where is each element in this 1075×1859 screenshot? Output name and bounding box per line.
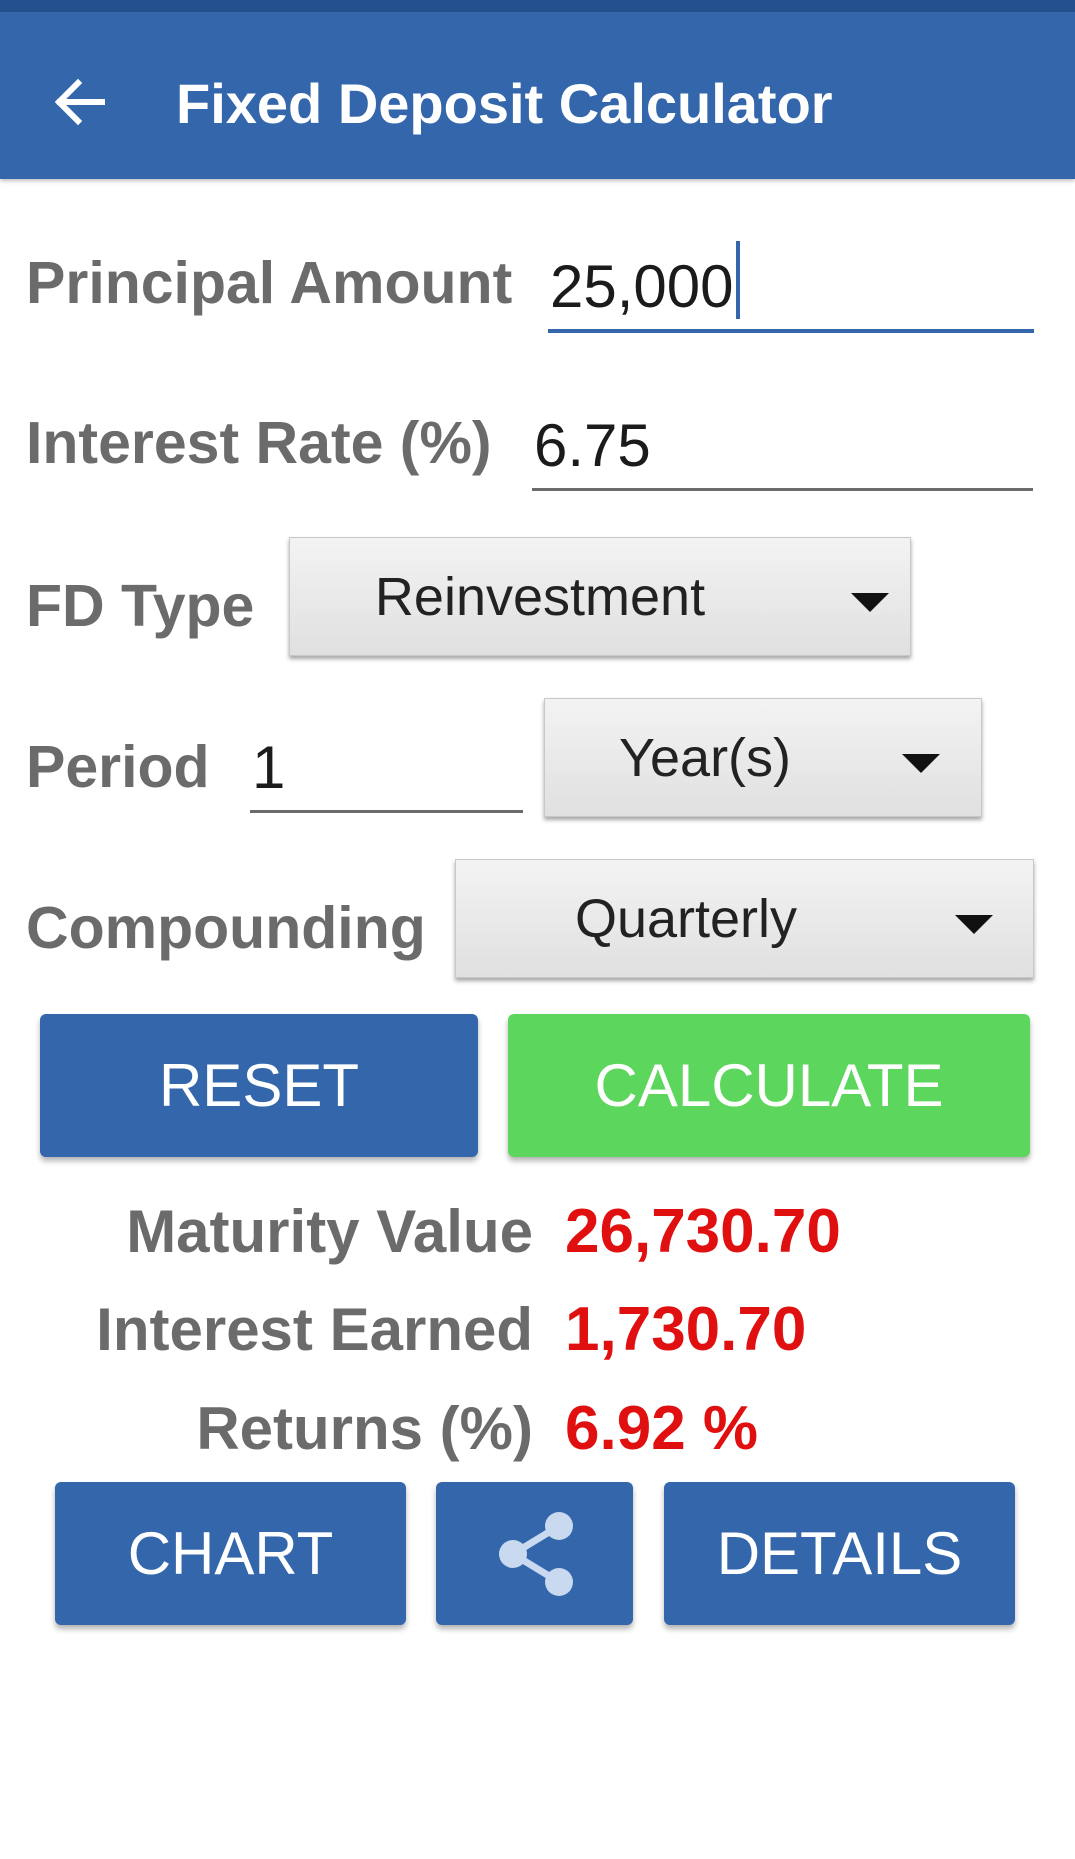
interest-rate-input[interactable]: 6.75: [532, 411, 1033, 491]
app-bar: Fixed Deposit Calculator: [0, 12, 1075, 179]
period-input[interactable]: 1: [250, 733, 523, 813]
interest-rate-label: Interest Rate (%): [26, 410, 492, 476]
period-unit-selected: Year(s): [618, 727, 792, 788]
share-icon: [498, 1511, 573, 1596]
period-label: Period: [26, 734, 210, 800]
fd-type-selected: Reinvestment: [374, 566, 706, 627]
chart-button[interactable]: CHART: [55, 1482, 406, 1625]
share-button[interactable]: [436, 1482, 633, 1625]
maturity-value-label: Maturity Value: [126, 1198, 533, 1265]
compounding-label: Compounding: [26, 895, 426, 961]
interest-earned-label: Interest Earned: [96, 1296, 533, 1363]
dropdown-arrow-icon: [851, 593, 889, 612]
dropdown-arrow-icon: [902, 754, 940, 773]
calculate-button[interactable]: CALCULATE: [508, 1014, 1030, 1157]
fd-type-label: FD Type: [26, 573, 255, 639]
app-title: Fixed Deposit Calculator: [176, 72, 833, 135]
compounding-selected: Quarterly: [574, 888, 798, 949]
status-bar: [0, 0, 1075, 12]
principal-label: Principal Amount: [26, 250, 513, 316]
returns-value: 6.92 %: [565, 1394, 759, 1463]
reset-button[interactable]: RESET: [40, 1014, 478, 1157]
maturity-value: 26,730.70: [565, 1197, 841, 1266]
dropdown-arrow-icon: [955, 915, 993, 934]
text-caret: [735, 241, 740, 319]
details-button[interactable]: DETAILS: [664, 1482, 1015, 1625]
interest-earned-value: 1,730.70: [565, 1295, 807, 1364]
principal-value: 25,000: [550, 253, 734, 320]
period-unit-dropdown[interactable]: Year(s): [544, 698, 982, 817]
fd-type-dropdown[interactable]: Reinvestment: [289, 537, 911, 656]
period-value: 1: [252, 734, 286, 801]
compounding-dropdown[interactable]: Quarterly: [455, 859, 1034, 978]
returns-label: Returns (%): [196, 1395, 533, 1462]
interest-rate-value: 6.75: [534, 412, 651, 479]
back-arrow-icon[interactable]: [48, 70, 112, 134]
principal-input[interactable]: 25,000: [548, 241, 1034, 333]
